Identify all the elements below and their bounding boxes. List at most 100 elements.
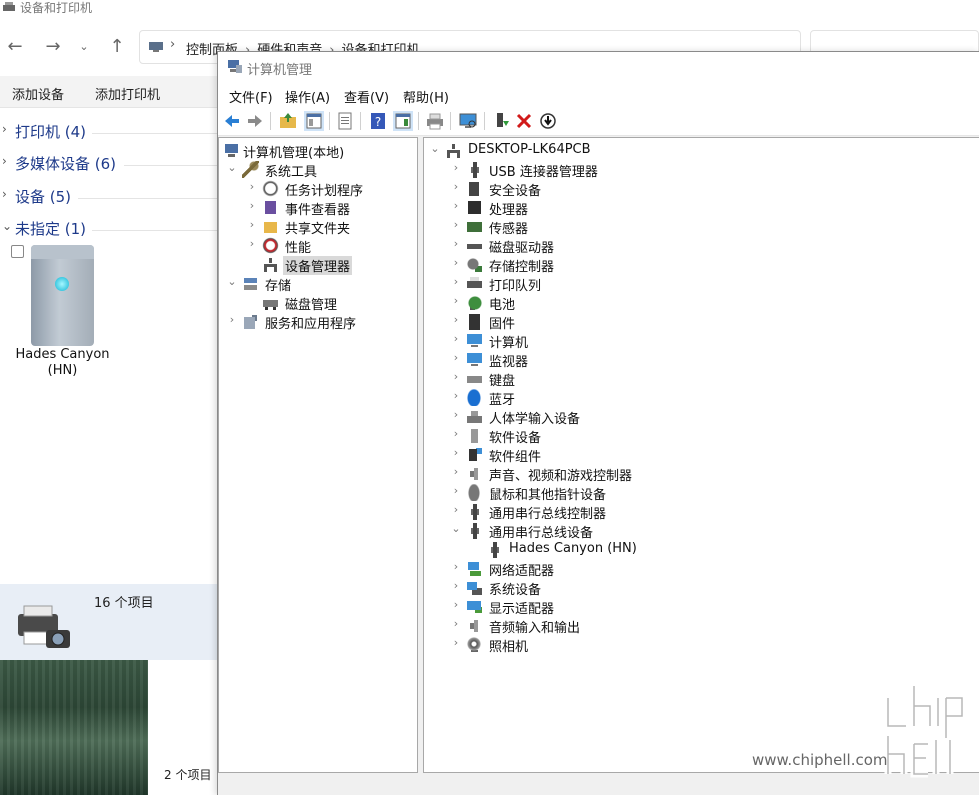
speaker-icon xyxy=(466,465,483,482)
computer-management-icon xyxy=(228,60,242,73)
usb-icon xyxy=(466,522,483,539)
security-device-icon xyxy=(466,180,483,197)
menu-help[interactable]: 帮助(H) xyxy=(403,87,449,106)
chevron-right-icon: › xyxy=(249,199,255,212)
bluetooth-icon xyxy=(466,389,483,406)
chevron-right-icon: › xyxy=(453,199,459,212)
mini-pc-icon xyxy=(31,245,94,346)
window-title: 计算机管理 xyxy=(247,63,313,78)
chevron-right-icon: › xyxy=(2,187,7,201)
back-arrow-icon[interactable]: ← xyxy=(3,36,27,60)
category-label: 显示适配器 xyxy=(489,602,555,617)
title-bar: 设备和打印机 xyxy=(0,0,979,16)
chevron-right-icon: › xyxy=(249,218,255,231)
toolbar-separator xyxy=(360,112,361,130)
title-bar: 计算机管理 xyxy=(218,52,979,82)
chevron-right-icon: › xyxy=(453,294,459,307)
usb-device-icon xyxy=(486,541,503,558)
chevron-right-icon: › xyxy=(2,122,7,136)
tree-label: 服务和应用程序 xyxy=(265,317,357,332)
chevron-down-icon: ⌄ xyxy=(227,275,237,288)
group-devices[interactable]: › 设备 (5) xyxy=(0,184,217,210)
status-bar: 2 个项目 xyxy=(148,660,218,795)
monitor-icon xyxy=(466,351,483,368)
details-pane: 16 个项目 xyxy=(0,584,217,660)
chevron-right-icon: › xyxy=(2,154,7,168)
performance-icon xyxy=(262,237,279,254)
computer-icon xyxy=(223,142,240,159)
category-label: 系统设备 xyxy=(489,583,542,598)
device-label: Hades Canyon (HN) xyxy=(509,541,637,556)
chevron-right-icon: › xyxy=(453,598,459,611)
up-arrow-icon[interactable]: ↑ xyxy=(105,36,129,60)
add-device-button[interactable]: 添加设备 xyxy=(12,84,64,103)
show-hide-tree-icon[interactable] xyxy=(304,111,324,131)
menu-file[interactable]: 文件(F) xyxy=(229,87,273,106)
uninstall-icon[interactable] xyxy=(514,111,534,131)
device-manager-icon xyxy=(262,256,279,273)
firmware-icon xyxy=(466,313,483,330)
menu-action[interactable]: 操作(A) xyxy=(285,87,330,106)
recent-chevron-icon[interactable]: ⌄ xyxy=(72,36,96,60)
chevron-right-icon: › xyxy=(453,218,459,231)
tree-label: 磁盘管理 xyxy=(285,298,338,313)
divider xyxy=(78,198,217,199)
divider xyxy=(92,133,217,134)
desktop-wallpaper xyxy=(0,660,148,795)
print-icon[interactable] xyxy=(425,111,445,131)
print-queue-icon xyxy=(466,275,483,292)
toolbar-separator xyxy=(418,112,419,130)
chevron-right-icon: › xyxy=(453,408,459,421)
chevron-right-icon: › xyxy=(453,503,459,516)
enable-device-icon[interactable] xyxy=(538,111,558,131)
group-printers[interactable]: › 打印机 (4) xyxy=(0,119,217,145)
chevron-right-icon: › xyxy=(249,180,255,193)
group-label: 未指定 (1) xyxy=(15,220,87,238)
chevron-down-icon: ⌄ xyxy=(451,522,461,535)
category-label: 磁盘驱动器 xyxy=(489,241,555,256)
group-unspecified[interactable]: ⌄ 未指定 (1) xyxy=(0,216,217,242)
tree-label: 性能 xyxy=(285,241,312,256)
category-label: USB 连接器管理器 xyxy=(489,165,598,180)
watermark: www.chiphell.com xyxy=(750,678,979,778)
keyboard-icon xyxy=(466,370,483,387)
tools-icon xyxy=(242,161,259,178)
divider xyxy=(124,165,217,166)
chevron-right-icon: › xyxy=(453,332,459,345)
group-label: 多媒体设备 (6) xyxy=(15,155,117,173)
chevron-right-icon: › xyxy=(453,313,459,326)
disk-drive-icon xyxy=(466,237,483,254)
tree-label: 计算机管理(本地) xyxy=(243,146,345,161)
update-driver-icon[interactable] xyxy=(491,111,511,131)
toolbar: ? xyxy=(218,106,979,136)
forward-arrow-icon[interactable]: → xyxy=(41,36,65,60)
category-label: 处理器 xyxy=(489,203,529,218)
network-adapter-icon xyxy=(466,560,483,577)
properties-icon[interactable] xyxy=(335,111,355,131)
tree-label: 事件查看器 xyxy=(285,203,351,218)
category-label: 蓝牙 xyxy=(489,393,516,408)
select-checkbox[interactable] xyxy=(11,245,24,258)
category-label: 计算机 xyxy=(489,336,529,351)
tree-label: 共享文件夹 xyxy=(285,222,351,237)
category-label: 存储控制器 xyxy=(489,260,555,275)
category-label: 软件设备 xyxy=(489,431,542,446)
menu-view[interactable]: 查看(V) xyxy=(344,87,389,106)
forward-icon[interactable] xyxy=(245,111,265,131)
chevron-down-icon: ⌄ xyxy=(2,219,13,233)
help-icon[interactable]: ? xyxy=(368,111,388,131)
add-printer-button[interactable]: 添加打印机 xyxy=(95,84,160,103)
control-panel-icon xyxy=(149,42,163,52)
show-action-pane-icon[interactable] xyxy=(393,111,413,131)
device-hades-canyon[interactable]: Hades Canyon (HN) xyxy=(10,240,120,380)
chiphell-logo xyxy=(884,686,966,778)
up-folder-icon[interactable] xyxy=(278,111,298,131)
back-icon[interactable] xyxy=(222,111,242,131)
storage-controller-icon xyxy=(466,256,483,273)
category-label: 监视器 xyxy=(489,355,529,370)
scan-hardware-icon[interactable] xyxy=(458,111,478,131)
software-component-icon xyxy=(466,446,483,463)
chevron-down-icon: ⌄ xyxy=(227,161,237,174)
group-multimedia[interactable]: › 多媒体设备 (6) xyxy=(0,151,217,177)
category-label: 电池 xyxy=(489,298,516,313)
